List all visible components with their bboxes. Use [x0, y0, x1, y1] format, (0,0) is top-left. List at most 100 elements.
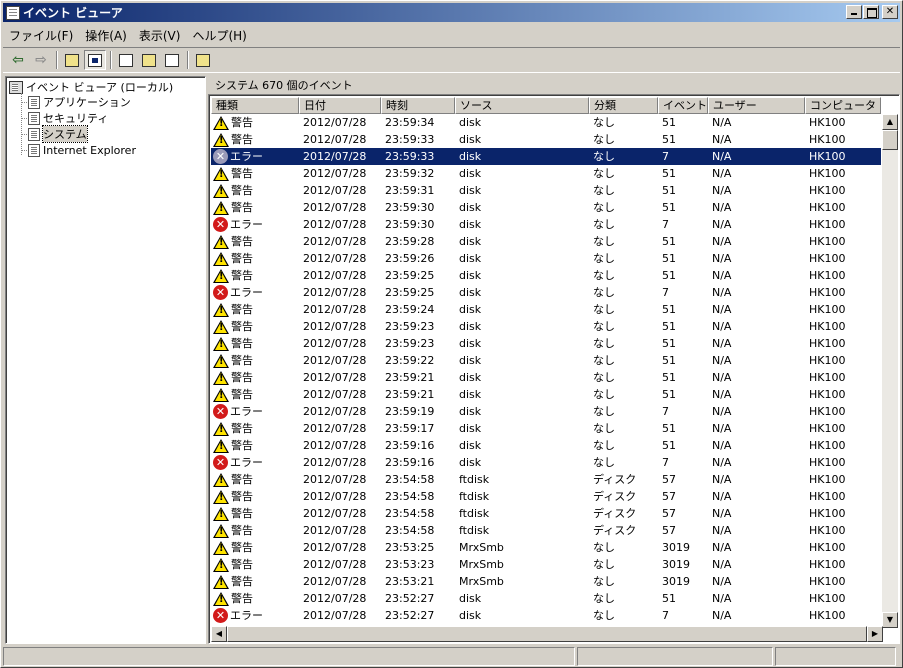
event-cell: 57	[662, 473, 676, 486]
table-row[interactable]: ✕ エラー 2012/07/28 23:59:33 disk なし 7 N/A HK100	[211, 148, 881, 165]
table-row[interactable]: 警告 2012/07/28 23:59:17 disk なし 51 N/A HK100	[211, 420, 881, 437]
type-label: 警告	[231, 558, 253, 571]
tree-item-security[interactable]: セキュリティ	[28, 110, 108, 126]
table-row[interactable]: 警告 2012/07/28 23:59:26 disk なし 51 N/A HK100	[211, 250, 881, 267]
menu-help[interactable]: ヘルプ(H)	[186, 27, 252, 44]
column-header-source[interactable]: ソース	[455, 97, 589, 114]
category-cell: なし	[593, 609, 615, 622]
event-cell: 57	[662, 507, 676, 520]
minimize-button[interactable]	[846, 5, 862, 19]
up-one-level-button[interactable]	[61, 50, 83, 70]
table-row[interactable]: ✕ エラー 2012/07/28 23:59:30 disk なし 7 N/A HK100	[211, 216, 881, 233]
menu-action[interactable]: 操作(A)	[79, 27, 133, 44]
properties-button[interactable]	[115, 50, 137, 70]
horizontal-scrollbar[interactable]: ◀ ▶	[211, 626, 883, 642]
table-row[interactable]: 警告 2012/07/28 23:59:34 disk なし 51 N/A HK100	[211, 114, 881, 131]
column-header-time[interactable]: 時刻	[381, 97, 455, 114]
tree-root[interactable]: イベント ビューア (ローカル)	[9, 79, 173, 95]
time-cell: 23:52:27	[385, 609, 435, 622]
menu-view[interactable]: 表示(V)	[133, 27, 187, 44]
table-row[interactable]: 警告 2012/07/28 23:59:31 disk なし 51 N/A HK100	[211, 182, 881, 199]
date-cell: 2012/07/28	[303, 184, 367, 197]
maximize-button[interactable]	[863, 5, 879, 19]
type-cell: 警告	[211, 352, 299, 369]
type-cell: 警告	[211, 539, 299, 556]
source-cell: disk	[459, 133, 482, 146]
type-label: 警告	[231, 524, 253, 537]
scroll-up-button[interactable]: ▲	[882, 114, 898, 130]
table-row[interactable]: 警告 2012/07/28 23:59:21 disk なし 51 N/A HK100	[211, 369, 881, 386]
table-row[interactable]: 警告 2012/07/28 23:54:58 ftdisk ディスク 57 N/A HK100	[211, 488, 881, 505]
tree-item-label: セキュリティ	[43, 112, 109, 125]
computer-cell: HK100	[809, 218, 846, 231]
category-cell: なし	[593, 184, 615, 197]
column-header-date[interactable]: 日付	[299, 97, 381, 114]
source-cell: disk	[459, 235, 482, 248]
vertical-scroll-thumb[interactable]	[882, 130, 898, 150]
table-row[interactable]: 警告 2012/07/28 23:59:16 disk なし 51 N/A HK100	[211, 437, 881, 454]
column-header-computer[interactable]: コンピュータ	[805, 97, 881, 114]
scroll-left-button[interactable]: ◀	[211, 626, 227, 642]
type-label: 警告	[231, 490, 253, 503]
close-button[interactable]: ✕	[882, 5, 898, 19]
computer-cell: HK100	[809, 405, 846, 418]
type-cell: 警告	[211, 522, 299, 539]
column-header-event[interactable]: イベント	[658, 97, 708, 114]
table-row[interactable]: 警告 2012/07/28 23:59:23 disk なし 51 N/A HK100	[211, 318, 881, 335]
warning-icon	[213, 540, 229, 555]
column-header-type[interactable]: 種類	[211, 97, 299, 114]
table-row[interactable]: 警告 2012/07/28 23:59:22 disk なし 51 N/A HK100	[211, 352, 881, 369]
show-hide-tree-button[interactable]	[84, 50, 106, 70]
back-button[interactable]: ⇦	[7, 50, 29, 70]
table-row[interactable]: 警告 2012/07/28 23:53:25 MrxSmb なし 3019 N/A HK100	[211, 539, 881, 556]
event-list[interactable]: 種類 日付 時刻 ソース 分類 イベント ユーザー コンピュータ 警告 2012/…	[208, 94, 900, 644]
table-row[interactable]: 警告 2012/07/28 23:59:25 disk なし 51 N/A HK100	[211, 267, 881, 284]
table-row[interactable]: 警告 2012/07/28 23:59:30 disk なし 51 N/A HK100	[211, 199, 881, 216]
table-row[interactable]: 警告 2012/07/28 23:53:21 MrxSmb なし 3019 N/A HK100	[211, 573, 881, 590]
tree-item-application[interactable]: アプリケーション	[28, 94, 131, 110]
table-row[interactable]: 警告 2012/07/28 23:59:28 disk なし 51 N/A HK100	[211, 233, 881, 250]
table-row[interactable]: ✕ エラー 2012/07/28 23:52:27 disk なし 7 N/A HK100	[211, 607, 881, 624]
warning-icon	[213, 438, 229, 453]
console-tree[interactable]: イベント ビューア (ローカル) アプリケーション セキュリティ システム In…	[5, 76, 206, 644]
log-icon	[28, 95, 40, 109]
table-row[interactable]: 警告 2012/07/28 23:54:58 ftdisk ディスク 57 N/A HK100	[211, 522, 881, 539]
table-row[interactable]: 警告 2012/07/28 23:54:58 ftdisk ディスク 57 N/A HK100	[211, 471, 881, 488]
table-row[interactable]: 警告 2012/07/28 23:59:33 disk なし 51 N/A HK100	[211, 131, 881, 148]
title-bar[interactable]: イベント ビューア ✕	[3, 3, 900, 22]
vertical-scrollbar[interactable]: ▲ ▼	[882, 114, 898, 628]
date-cell: 2012/07/28	[303, 422, 367, 435]
table-row[interactable]: 警告 2012/07/28 23:59:24 disk なし 51 N/A HK100	[211, 301, 881, 318]
export-list-button[interactable]	[161, 50, 183, 70]
table-row[interactable]: ✕ エラー 2012/07/28 23:59:19 disk なし 7 N/A HK100	[211, 403, 881, 420]
refresh-button[interactable]	[138, 50, 160, 70]
table-row[interactable]: 警告 2012/07/28 23:54:58 ftdisk ディスク 57 N/A HK100	[211, 505, 881, 522]
table-row[interactable]: ✕ エラー 2012/07/28 23:59:25 disk なし 7 N/A HK100	[211, 284, 881, 301]
table-row[interactable]: ✕ エラー 2012/07/28 23:59:16 disk なし 7 N/A HK100	[211, 454, 881, 471]
horizontal-scroll-thumb[interactable]	[227, 626, 867, 642]
source-cell: disk	[459, 218, 482, 231]
type-cell: 警告	[211, 250, 299, 267]
window-title: イベント ビューア	[23, 6, 123, 20]
table-row[interactable]: 警告 2012/07/28 23:53:23 MrxSmb なし 3019 N/A HK100	[211, 556, 881, 573]
computer-cell: HK100	[809, 286, 846, 299]
help-button[interactable]	[192, 50, 214, 70]
tree-item-internet-explorer[interactable]: Internet Explorer	[28, 142, 136, 158]
type-label: 警告	[231, 133, 253, 146]
table-row[interactable]: 警告 2012/07/28 23:59:32 disk なし 51 N/A HK100	[211, 165, 881, 182]
forward-button[interactable]: ⇨	[30, 50, 52, 70]
column-header-user[interactable]: ユーザー	[708, 97, 805, 114]
column-header-category[interactable]: 分類	[589, 97, 658, 114]
scroll-right-button[interactable]: ▶	[867, 626, 883, 642]
table-row[interactable]: 警告 2012/07/28 23:59:23 disk なし 51 N/A HK100	[211, 335, 881, 352]
scroll-down-button[interactable]: ▼	[882, 612, 898, 628]
tree-item-system[interactable]: システム	[28, 125, 88, 143]
user-cell: N/A	[712, 354, 732, 367]
type-label: 警告	[231, 473, 253, 486]
computer-cell: HK100	[809, 116, 846, 129]
computer-cell: HK100	[809, 507, 846, 520]
type-cell: 警告	[211, 131, 299, 148]
table-row[interactable]: 警告 2012/07/28 23:52:27 disk なし 51 N/A HK100	[211, 590, 881, 607]
table-row[interactable]: 警告 2012/07/28 23:59:21 disk なし 51 N/A HK100	[211, 386, 881, 403]
menu-file[interactable]: ファイル(F)	[3, 27, 79, 44]
